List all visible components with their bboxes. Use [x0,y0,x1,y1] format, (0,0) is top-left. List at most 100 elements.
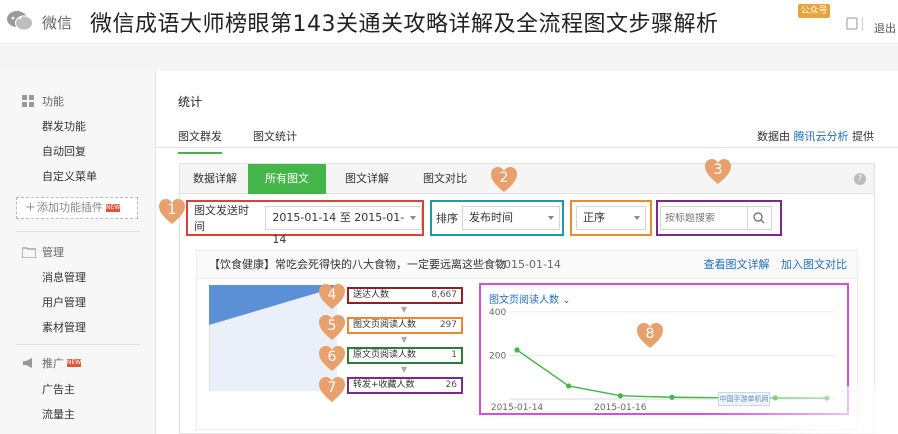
sidebar-section-manage: 管理 [22,244,64,260]
annotation-marker-6: 6 [318,345,346,373]
x-tick-label: 2015-01-16 [594,403,647,413]
funnel-label: 图文页阅读人数 [353,320,417,330]
funnel-value: 297 [439,320,457,330]
search-icon [753,212,765,224]
annotation-marker-1: 1 [158,198,186,226]
data-point[interactable] [617,393,623,399]
new-tag: NEW [67,359,82,367]
funnel-value: 1 [451,350,457,360]
subtab-article-detail[interactable]: 图文详解 [330,164,404,194]
add-plugin-label: 添加功能插件 [37,201,103,214]
add-plugin-button[interactable]: + 添加功能插件 NEW [16,197,138,219]
tab-article-stats[interactable]: 图文统计 [253,128,297,144]
sidebar-divider [16,344,140,345]
annotation-marker-5: 5 [318,314,346,342]
grid-icon [22,95,34,107]
view-detail-link[interactable]: 查看图文详解 [704,258,770,271]
wechat-logo-icon [7,11,33,31]
article-title: 【饮食健康】常吃会死得快的八大食物，一定要远离这些食物 [209,258,506,271]
annotation-number: 7 [327,380,337,396]
sidebar-item-users[interactable]: 用户管理 [42,294,86,310]
annotation-number: 8 [645,326,655,342]
subtab-data-detail[interactable]: 数据详解 [180,164,250,194]
funnel-label: 原文页阅读人数 [353,350,417,360]
search-box [660,206,772,230]
funnel-row-delivered: 送达人数 8,667 [347,287,463,304]
provider-link[interactable]: 腾讯云分析 [794,130,849,143]
annotation-number: 6 [327,349,337,365]
funnel-value: 8,667 [431,290,457,300]
date-filter: 图文发送时间 2015-01-14 至 2015-01-14 [186,200,424,246]
annotation-number: 3 [713,162,723,178]
sidebar-section-promotion: 推广 NEW [22,355,81,371]
sidebar-section-title: 功能 [42,95,64,108]
sub-tab-bar: 数据详解 所有图文 图文详解 图文对比 ? [180,164,874,194]
subtab-article-compare[interactable]: 图文对比 [408,164,482,194]
sidebar-section-function: 功能 [22,93,64,109]
logout-link[interactable]: 退出 [874,20,896,36]
annotation-marker-3: 3 [704,158,732,186]
annotation-marker-2: 2 [490,166,518,194]
sort-by-select[interactable]: 发布时间 [462,206,560,230]
search-input[interactable] [661,212,747,224]
annotation-marker-4: 4 [318,283,346,311]
header-strip [0,45,898,71]
overlay-title: 微信成语大师榜眼第143关通关攻略详解及全流程图文步骤解析 [90,12,719,37]
data-provider: 数据由 腾讯云分析 提供 [757,128,874,144]
top-divider [862,17,863,31]
funnel-value: 26 [445,380,457,390]
provider-suffix: 提供 [852,130,874,143]
tab-bar: 图文群发 图文统计 数据由 腾讯云分析 提供 [157,123,898,154]
watermark: 中国手游单机网 [718,392,770,406]
funnel-row-source-reads: 原文页阅读人数 1 [347,347,463,364]
article-header: 【饮食健康】常吃会死得快的八大食物，一定要远离这些食物 2015-01-14 查… [197,251,857,279]
order-filter: 正序 [570,200,652,236]
search-button[interactable] [747,207,771,229]
provider-prefix: 数据由 [757,130,790,143]
tab-mass-send[interactable]: 图文群发 [178,128,222,154]
order-select[interactable]: 正序 [576,206,646,230]
annotation-marker-8: 8 [636,322,664,350]
main-content: 统计 图文群发 图文统计 数据由 腾讯云分析 提供 数据详解 所有图文 图文详解… [157,71,898,434]
article-date: 2015-01-14 [497,258,561,271]
funnel-row-shares: 转发+收藏人数 26 [347,377,463,394]
sort-by-value: 发布时间 [469,211,513,224]
subtab-all-articles[interactable]: 所有图文 [248,164,326,194]
down-arrow-icon: ▼ [401,305,408,314]
data-point[interactable] [669,394,675,400]
y-tick-label: 400 [489,308,506,318]
help-icon[interactable]: ? [854,173,866,185]
chevron-down-icon [548,216,554,220]
annotation-marker-7: 7 [318,376,346,404]
sidebar-item-messages[interactable]: 消息管理 [42,269,86,285]
account-badge: 公众号 [798,4,830,18]
sort-filter: 排序 发布时间 [430,200,564,236]
add-compare-link[interactable]: 加入图文对比 [781,258,847,271]
sidebar-section-title: 推广 [42,357,64,370]
sidebar-item-materials[interactable]: 素材管理 [42,319,86,335]
sidebar-item-mass-send[interactable]: 群发功能 [42,118,86,134]
annotation-number: 4 [327,287,337,303]
date-filter-label: 图文发送时间 [194,204,249,233]
data-point[interactable] [566,383,572,389]
annotation-number: 1 [167,202,177,218]
sidebar-item-advertiser[interactable]: 广告主 [42,381,75,397]
notification-icon[interactable] [846,17,858,31]
new-tag: NEW [106,204,121,212]
page-title: 统计 [178,95,203,109]
chevron-down-icon [410,216,416,220]
megaphone-icon [23,358,32,368]
x-tick-label: 2015-01-14 [491,403,544,413]
data-point[interactable] [514,347,520,353]
sidebar-item-custom-menu[interactable]: 自定义菜单 [42,168,97,184]
sidebar-item-traffic-owner[interactable]: 流量主 [42,406,75,422]
sidebar-section-title: 管理 [42,246,64,259]
article-links: 查看图文详解 加入图文对比 [696,251,848,279]
date-range-select[interactable]: 2015-01-14 至 2015-01-14 [265,206,422,246]
plus-icon: + [25,200,36,215]
funnel-label: 转发+收藏人数 [353,380,415,390]
order-value: 正序 [583,211,605,224]
funnel-label: 送达人数 [353,290,390,300]
sidebar-item-auto-reply[interactable]: 自动回复 [42,143,86,159]
date-range-value: 2015-01-14 至 2015-01-14 [272,211,405,246]
